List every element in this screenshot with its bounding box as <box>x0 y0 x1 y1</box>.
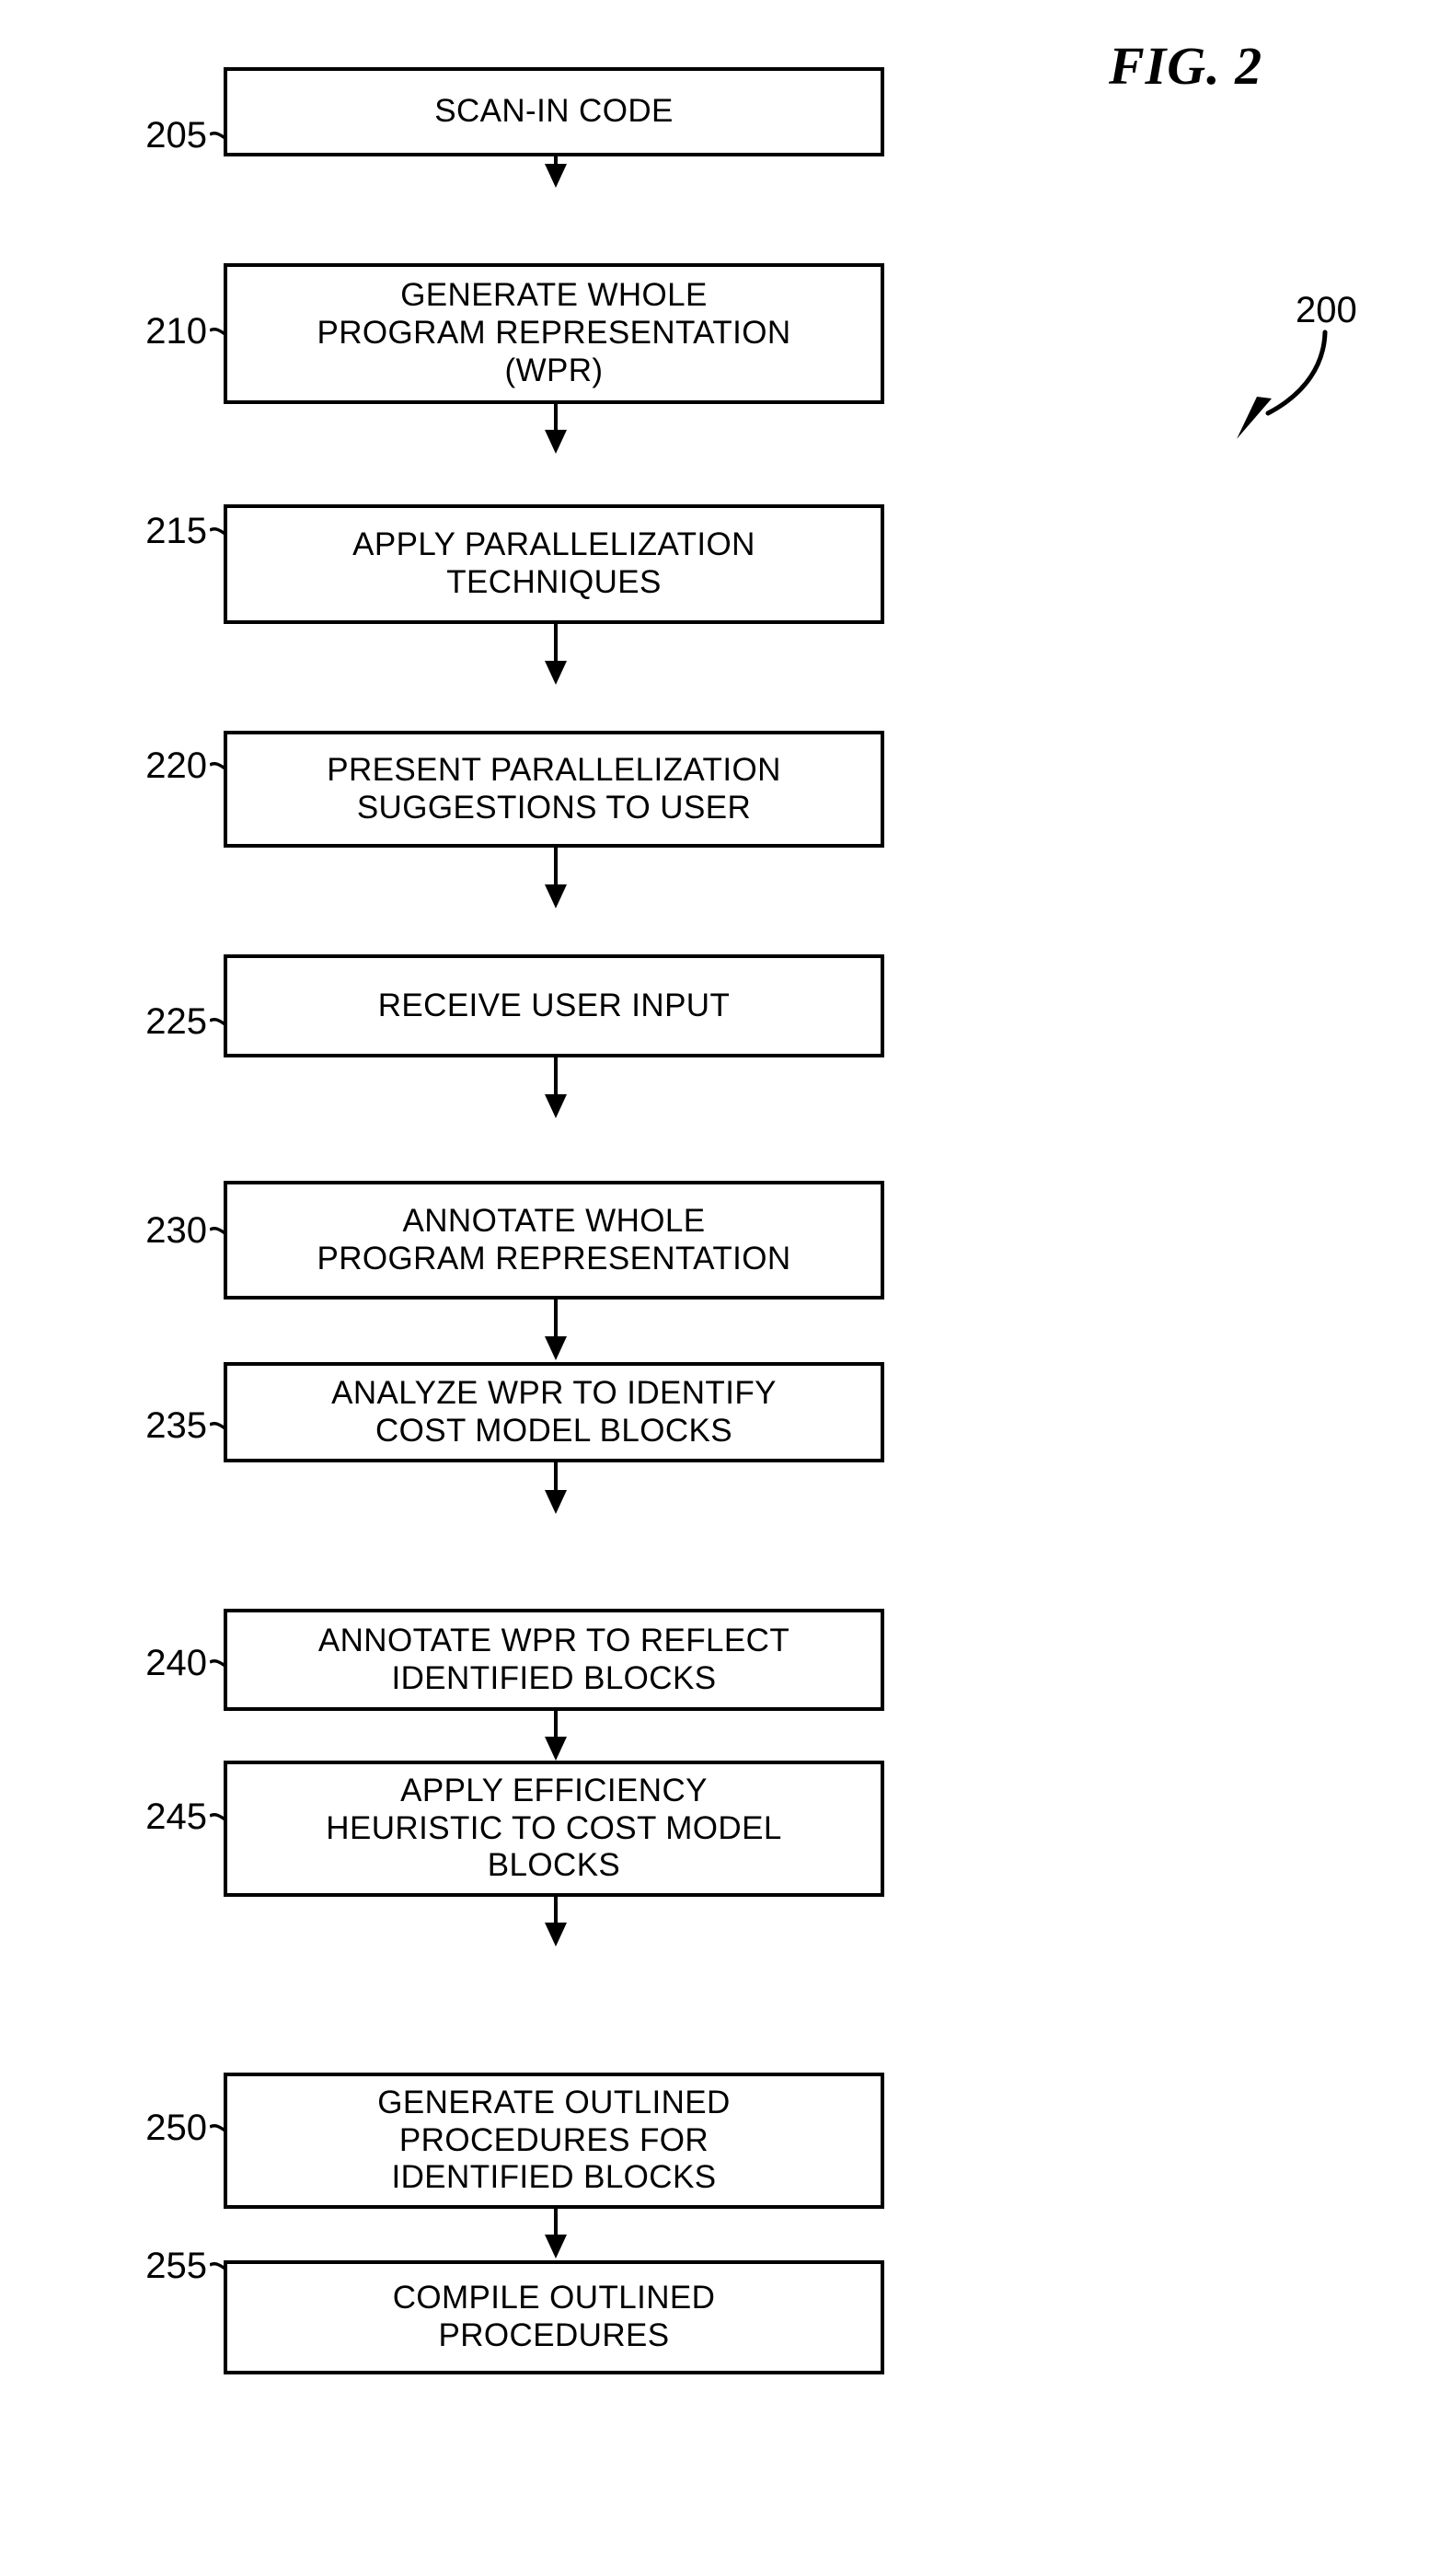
flow-step-215[interactable]: APPLY PARALLELIZATION TECHNIQUES <box>224 504 884 624</box>
connector-225-230 <box>545 1057 567 1120</box>
step-ref-220: 220 <box>145 745 207 786</box>
flow-step-235-label: ANALYZE WPR TO IDENTIFY COST MODEL BLOCK… <box>331 1374 777 1449</box>
flow-step-220[interactable]: PRESENT PARALLELIZATION SUGGESTIONS TO U… <box>224 731 884 848</box>
step-ref-210: 210 <box>145 311 207 352</box>
flow-step-210-label: GENERATE WHOLE PROGRAM REPRESENTATION (W… <box>317 277 791 388</box>
flow-step-245[interactable]: APPLY EFFICIENCY HEURISTIC TO COST MODEL… <box>224 1761 884 1897</box>
flow-step-240[interactable]: ANNOTATE WPR TO REFLECT IDENTIFIED BLOCK… <box>224 1609 884 1711</box>
flow-step-225[interactable]: RECEIVE USER INPUT <box>224 954 884 1057</box>
step-ref-235: 235 <box>145 1405 207 1446</box>
flow-step-245-label: APPLY EFFICIENCY HEURISTIC TO COST MODEL… <box>326 1772 782 1884</box>
flow-step-205-label: SCAN-IN CODE <box>434 93 674 130</box>
flow-step-230[interactable]: ANNOTATE WHOLE PROGRAM REPRESENTATION <box>224 1181 884 1300</box>
step-ref-225: 225 <box>145 1001 207 1042</box>
patent-figure-page: FIG. 2 200 205 SCAN-IN CODE 210 GENERATE… <box>0 0 1429 2576</box>
connector-250-255 <box>545 2209 567 2260</box>
flow-step-250-label: GENERATE OUTLINED PROCEDURES FOR IDENTIF… <box>377 2084 731 2196</box>
connector-210-215 <box>545 404 567 456</box>
flow-step-250[interactable]: GENERATE OUTLINED PROCEDURES FOR IDENTIF… <box>224 2073 884 2209</box>
step-ref-255: 255 <box>145 2246 207 2286</box>
flow-step-220-label: PRESENT PARALLELIZATION SUGGESTIONS TO U… <box>327 751 781 826</box>
flow-step-205[interactable]: SCAN-IN CODE <box>224 67 884 156</box>
flow-step-255[interactable]: COMPILE OUTLINED PROCEDURES <box>224 2260 884 2374</box>
figure-title: FIG. 2 <box>1109 36 1263 96</box>
flow-step-230-label: ANNOTATE WHOLE PROGRAM REPRESENTATION <box>317 1202 791 1276</box>
step-ref-245: 245 <box>145 1796 207 1837</box>
connector-235-240 <box>545 1462 567 1516</box>
connector-240-245 <box>545 1711 567 1762</box>
step-ref-205: 205 <box>145 115 207 156</box>
flow-step-240-label: ANNOTATE WPR TO REFLECT IDENTIFIED BLOCK… <box>317 1622 790 1696</box>
connector-245-250 <box>545 1897 567 1948</box>
connector-205-210 <box>545 156 567 188</box>
flow-step-215-label: APPLY PARALLELIZATION TECHNIQUES <box>352 526 755 600</box>
step-ref-215: 215 <box>145 511 207 551</box>
flow-step-235[interactable]: ANALYZE WPR TO IDENTIFY COST MODEL BLOCK… <box>224 1362 884 1462</box>
connector-230-235 <box>545 1300 567 1362</box>
figure-reference-number: 200 <box>1296 290 1357 330</box>
step-ref-240: 240 <box>145 1643 207 1683</box>
step-ref-230: 230 <box>145 1210 207 1251</box>
connector-220-225 <box>545 848 567 910</box>
flow-step-255-label: COMPILE OUTLINED PROCEDURES <box>392 2280 716 2353</box>
flow-step-210[interactable]: GENERATE WHOLE PROGRAM REPRESENTATION (W… <box>224 263 884 404</box>
connector-215-220 <box>545 624 567 687</box>
curved-arrow-icon <box>1237 329 1328 439</box>
flow-step-225-label: RECEIVE USER INPUT <box>377 987 731 1023</box>
step-ref-250: 250 <box>145 2108 207 2148</box>
